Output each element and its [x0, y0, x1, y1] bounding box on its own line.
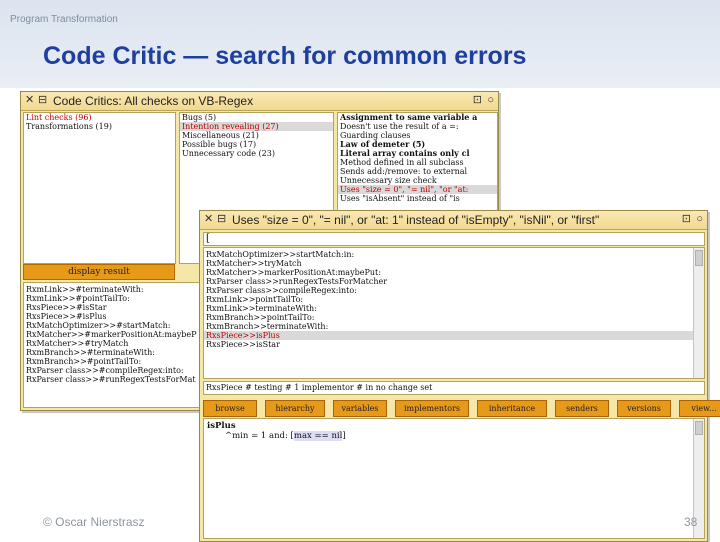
method-item[interactable]: RxsPiece>>isStar — [204, 340, 704, 349]
result-item[interactable]: RxParser class>>#compileRegex:into: — [24, 366, 202, 375]
code-prefix: ^min = 1 and: [ — [225, 431, 294, 441]
rule-item[interactable]: Assignment to same variable a — [338, 113, 497, 122]
toolbar-button-browse[interactable]: browse — [203, 400, 257, 417]
collapse-icon[interactable]: ⊡ — [473, 94, 482, 107]
code-body: ^min = 1 and: [max == nil] — [207, 431, 701, 441]
method-item[interactable]: RxMatchOptimizer>>startMatch:in: — [204, 250, 704, 259]
result-item[interactable]: RxMatcher>>#tryMatch — [24, 339, 202, 348]
slide-title: Code Critic — search for common errors — [43, 42, 527, 70]
result-item[interactable]: RxMatchOptimizer>>#startMatch: — [24, 321, 202, 330]
category-item[interactable]: Transformations (19) — [24, 122, 175, 131]
display-result-button[interactable]: display result — [23, 264, 175, 280]
expand-icon[interactable]: ○ — [696, 213, 703, 226]
method-item[interactable]: RxmLink>>pointTailTo: — [204, 295, 704, 304]
code-selector: isPlus — [207, 421, 236, 431]
code-highlight: max == nil — [293, 431, 343, 441]
toolbar-button-versions[interactable]: versions — [617, 400, 671, 417]
method-item[interactable]: RxMatcher>>tryMatch — [204, 259, 704, 268]
method-list-scrollbar[interactable] — [693, 248, 704, 378]
category-item[interactable]: Lint checks (96) — [24, 113, 175, 122]
toolbar-button-hierarchy[interactable]: hierarchy — [265, 400, 325, 417]
method-item[interactable]: RxsPiece>>isPlus — [204, 331, 704, 340]
window-title-bar[interactable]: ✕ ⊟ Code Critics: All checks on VB-Regex… — [21, 92, 498, 111]
method-item[interactable]: RxmBranch>>terminateWith: — [204, 322, 704, 331]
method-item[interactable]: RxParser class>>compileRegex:into: — [204, 286, 704, 295]
rule-item[interactable]: Unnecessary size check — [338, 176, 497, 185]
filter-text: [ — [206, 233, 210, 244]
result-item[interactable]: RxParser class>>#runRegexTestsForMat — [24, 375, 202, 384]
check-group-item[interactable]: Intention revealing (27) — [180, 122, 333, 131]
result-item[interactable]: RxmBranch>>#terminateWith: — [24, 348, 202, 357]
browser-title: Uses "size = 0", "= nil", or "at: 1" ins… — [232, 213, 600, 227]
close-icon[interactable]: ✕ — [25, 94, 34, 107]
window-title: Code Critics: All checks on VB-Regex — [53, 94, 254, 108]
method-browser-window: ✕ ⊟ Uses "size = 0", "= nil", or "at: 1"… — [199, 210, 720, 542]
result-item[interactable]: RxMatcher>>#markerPositionAt:maybeP — [24, 330, 202, 339]
method-item[interactable]: RxmLink>>terminateWith: — [204, 304, 704, 313]
rule-item[interactable]: Method defined in all subclass — [338, 158, 497, 167]
method-item[interactable]: RxMatcher>>markerPositionAt:maybePut: — [204, 268, 704, 277]
category-list[interactable]: Lint checks (96) Transformations (19) — [23, 112, 176, 264]
method-list[interactable]: RxMatchOptimizer>>startMatch:in: RxMatche… — [203, 247, 705, 379]
result-item[interactable]: RxmLink>>#terminateWith: — [24, 285, 202, 294]
result-item[interactable]: RxmLink>>#pointTailTo: — [24, 294, 202, 303]
window-menu-icon[interactable]: ⊟ — [217, 213, 226, 226]
method-item[interactable]: RxmBranch>>pointTailTo: — [204, 313, 704, 322]
collapse-icon[interactable]: ⊡ — [682, 213, 691, 226]
rule-item[interactable]: Literal array contains only cl — [338, 149, 497, 158]
code-suffix: ] — [342, 431, 346, 441]
result-item[interactable]: RxsPiece>>#isStar — [24, 303, 202, 312]
scrollbar-thumb[interactable] — [695, 421, 703, 435]
toolbar-button-implementors[interactable]: implementors — [395, 400, 469, 417]
rule-item[interactable]: Sends add:/remove: to external — [338, 167, 497, 176]
check-group-item[interactable]: Miscellaneous (21) — [180, 131, 333, 140]
result-item[interactable]: RxmBranch>>#pointTailTo: — [24, 357, 202, 366]
annotation-pane: RxsPiece # testing # 1 implementor # in … — [203, 381, 705, 395]
rule-item[interactable]: Doesn't use the result of a =: — [338, 122, 497, 131]
check-group-item[interactable]: Bugs (5) — [180, 113, 333, 122]
toolbar-button-view[interactable]: view... — [679, 400, 720, 417]
annotation-text: RxsPiece # testing # 1 implementor # in … — [206, 383, 433, 392]
method-item[interactable]: RxParser class>>runRegexTestsForMatcher — [204, 277, 704, 286]
result-item[interactable]: RxsPiece>>#isPlus — [24, 312, 202, 321]
result-list[interactable]: RxmLink>>#terminateWith: RxmLink>>#pointT… — [23, 282, 203, 408]
filter-input[interactable]: [ — [203, 232, 705, 246]
running-title: Program Transformation — [10, 14, 118, 25]
window-menu-icon[interactable]: ⊟ — [38, 94, 47, 107]
browser-title-bar[interactable]: ✕ ⊟ Uses "size = 0", "= nil", or "at: 1"… — [200, 211, 707, 230]
check-group-item[interactable]: Unnecessary code (23) — [180, 149, 333, 158]
scrollbar-thumb[interactable] — [695, 250, 703, 266]
toolbar-button-senders[interactable]: senders — [555, 400, 609, 417]
page-number: 38 — [684, 515, 698, 529]
close-icon[interactable]: ✕ — [204, 213, 213, 226]
rule-item[interactable]: Uses "size = 0", "= nil", "or "at: — [338, 185, 497, 194]
check-group-item[interactable]: Possible bugs (17) — [180, 140, 333, 149]
toolbar-button-variables[interactable]: variables — [333, 400, 387, 417]
toolbar-button-inheritance[interactable]: inheritance — [477, 400, 547, 417]
rule-item[interactable]: Uses "isAbsent" instead of "is — [338, 194, 497, 203]
expand-icon[interactable]: ○ — [487, 94, 494, 107]
code-pane[interactable]: isPlus ^min = 1 and: [max == nil] — [203, 418, 705, 539]
footer-copyright: © Oscar Nierstrasz — [43, 515, 145, 529]
